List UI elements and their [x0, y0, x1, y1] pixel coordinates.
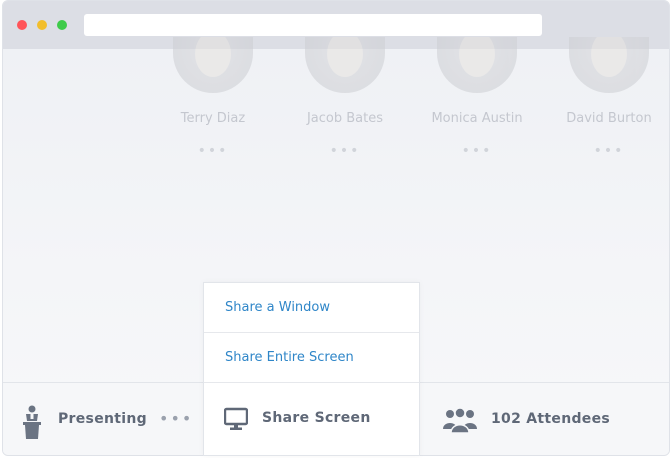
close-window-button[interactable]	[17, 20, 27, 30]
avatar	[569, 37, 649, 93]
participant-name: Terry Diaz	[180, 111, 246, 126]
attendees-count[interactable]: 102 Attendees	[491, 411, 610, 427]
monitor-icon	[224, 407, 248, 430]
participant-name: David Burton	[566, 111, 652, 126]
participant-name: Jacob Bates	[306, 111, 384, 126]
share-window-option[interactable]: Share a Window	[204, 283, 419, 333]
avatar	[173, 37, 253, 93]
more-options-button[interactable]: •••	[159, 409, 193, 428]
presenting-label: Presenting	[58, 411, 147, 427]
share-screen-label: Share Screen	[262, 410, 371, 426]
participant-menu-button[interactable]: •••	[285, 143, 405, 159]
address-bar[interactable]	[84, 14, 542, 36]
podium-person-icon	[23, 405, 41, 439]
share-screen-button[interactable]: Share Screen	[204, 383, 419, 457]
participant-menu-button[interactable]: •••	[549, 143, 669, 159]
avatar	[305, 37, 385, 93]
minimize-window-button[interactable]	[37, 20, 47, 30]
share-screen-menu: Share a Window Share Entire Screen Share…	[203, 282, 420, 456]
participant-menu-button[interactable]: •••	[153, 143, 273, 159]
participant-menu-button[interactable]: •••	[417, 143, 537, 159]
participant-name: Monica Austin	[431, 111, 523, 126]
share-entire-screen-option[interactable]: Share Entire Screen	[204, 333, 419, 383]
maximize-window-button[interactable]	[57, 20, 67, 30]
avatar	[437, 37, 517, 93]
people-group-icon	[443, 407, 477, 433]
